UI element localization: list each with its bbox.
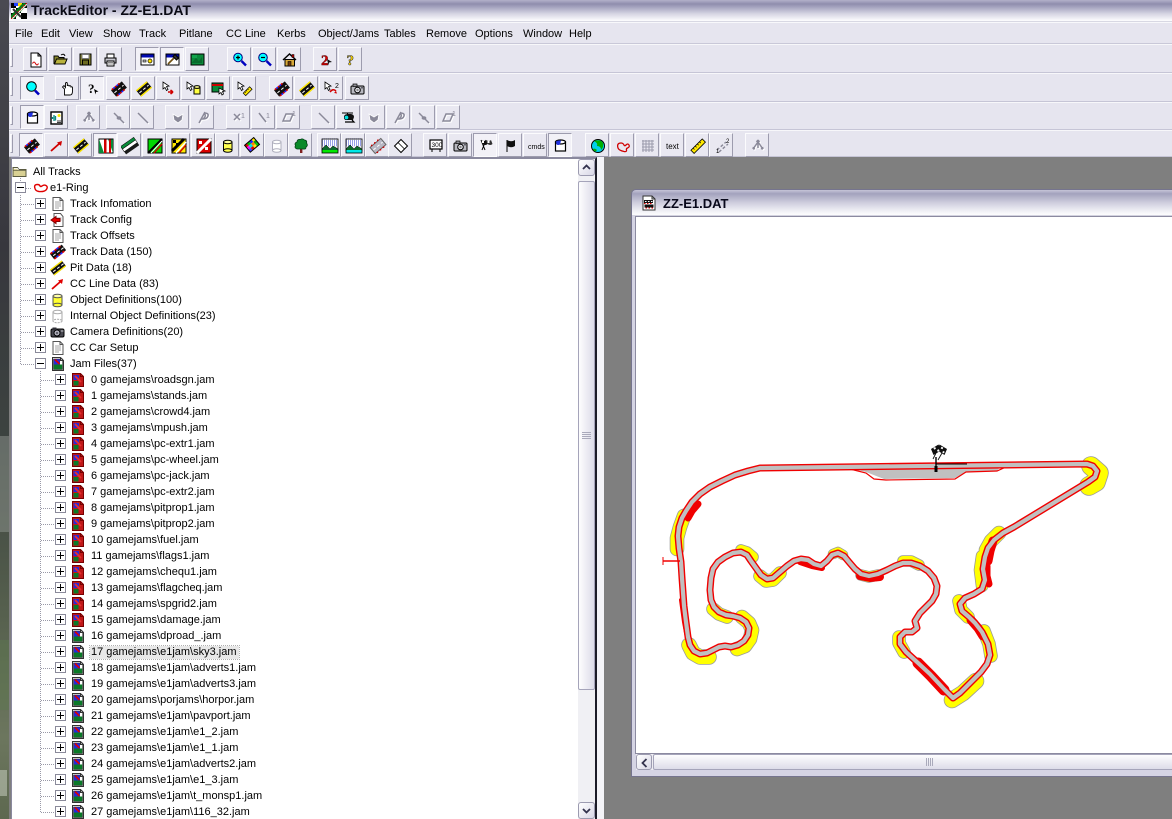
svg-text:?: ?: [88, 81, 95, 96]
svg-text:1: 1: [241, 113, 245, 120]
svg-text:1: 1: [292, 111, 296, 118]
svg-text:text: text: [666, 142, 680, 151]
svg-text:300: 300: [432, 142, 443, 149]
svg-text:?: ?: [347, 53, 355, 69]
svg-text:1: 1: [452, 111, 456, 118]
svg-text:2: 2: [321, 53, 329, 69]
svg-text:2: 2: [726, 139, 730, 145]
svg-text:1: 1: [266, 113, 270, 120]
svg-text:cmds: cmds: [528, 144, 545, 151]
svg-text:2: 2: [335, 83, 339, 90]
